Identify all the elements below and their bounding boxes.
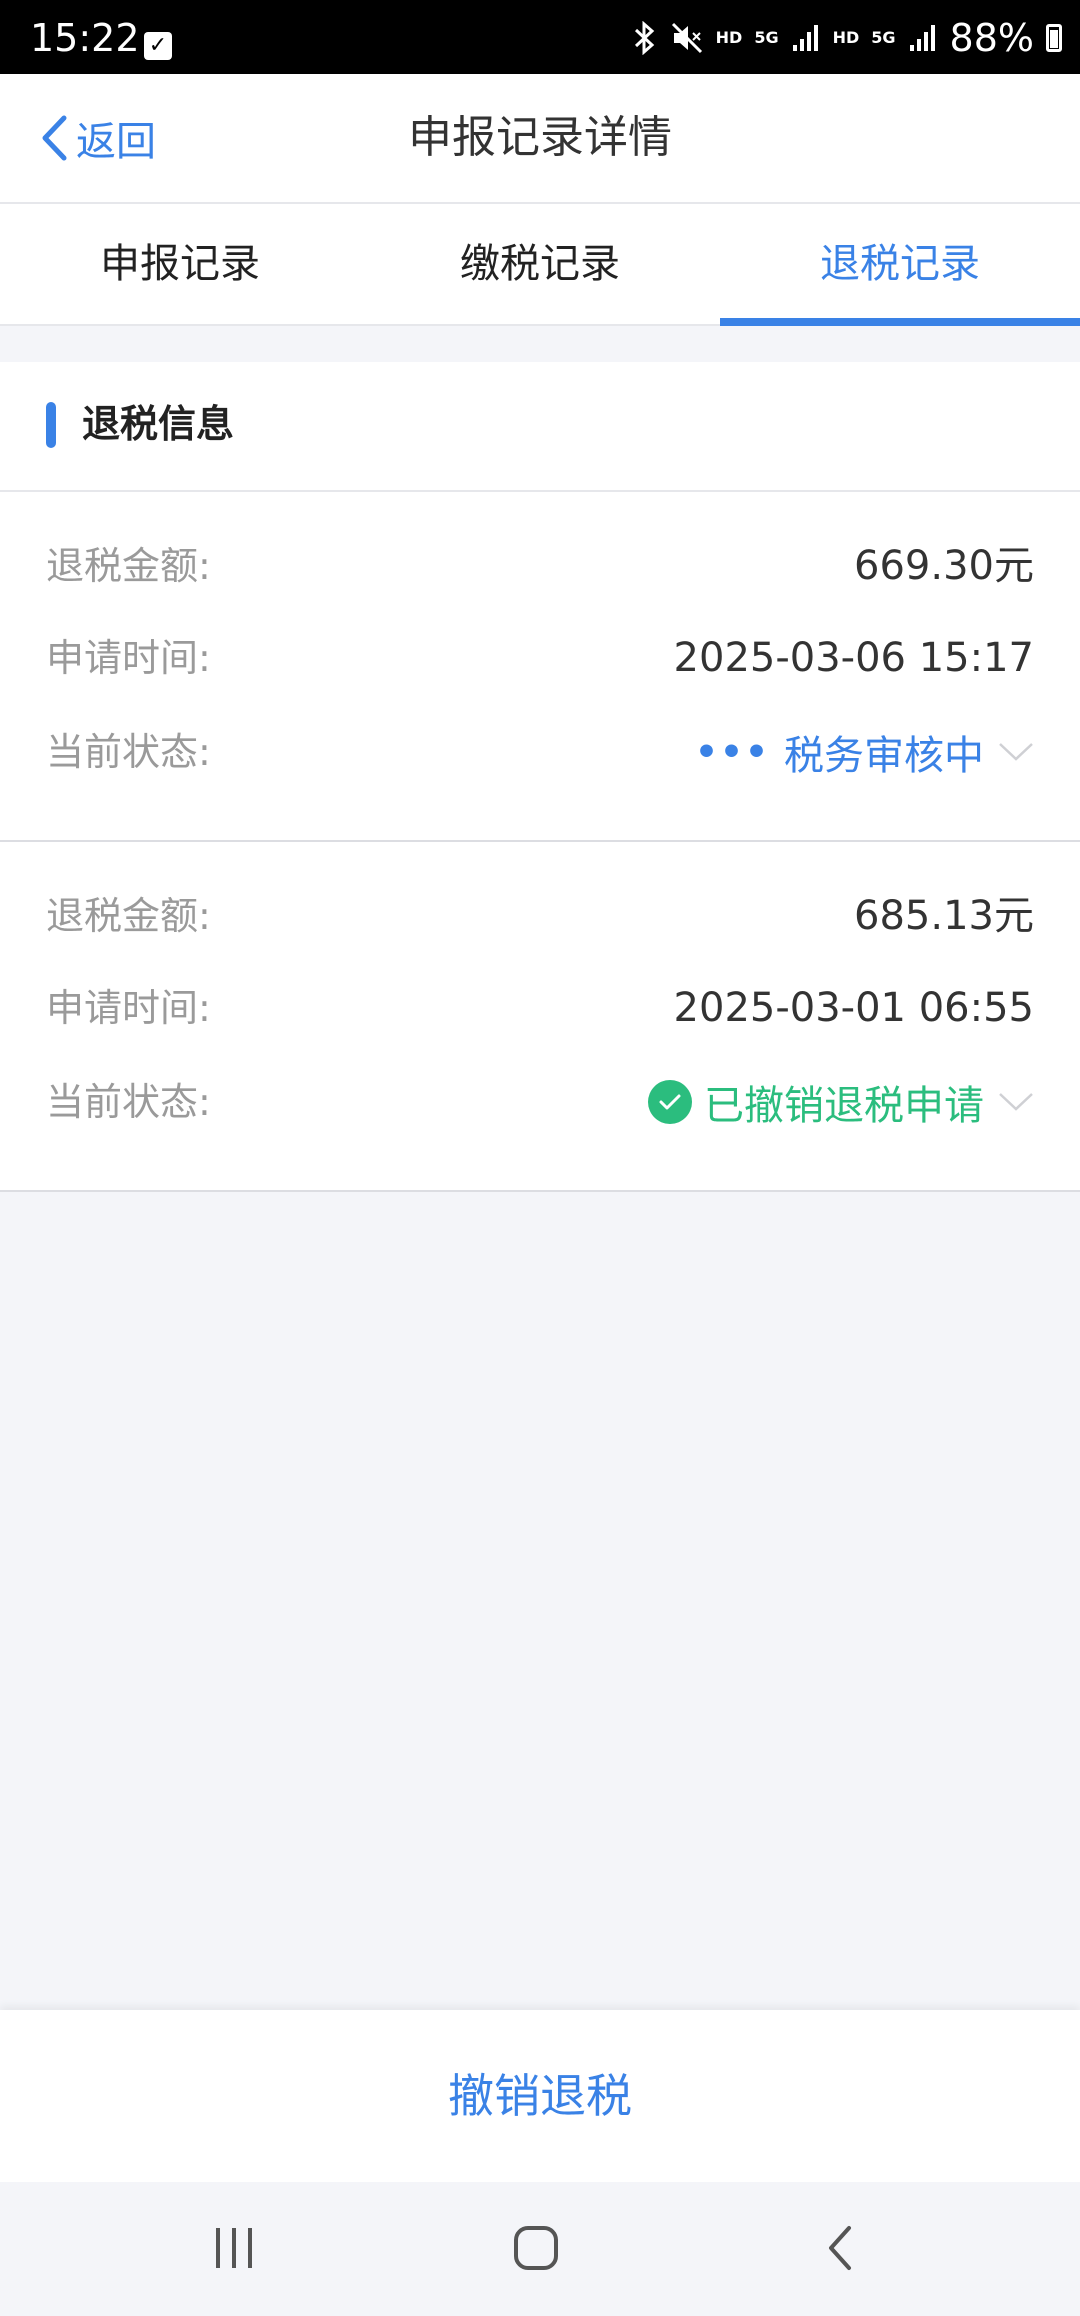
chevron-down-icon: [998, 1091, 1034, 1113]
system-nav-bar: [0, 2182, 1080, 2316]
amount-value: 669.30元: [854, 543, 1034, 589]
bluetooth-icon: [634, 21, 654, 55]
home-button[interactable]: [496, 2218, 576, 2278]
battery-icon: [1046, 24, 1062, 52]
network-5g-label: 5G: [754, 28, 779, 47]
status-bar: 15:22 ✓ HD 5G HD 5G 88%: [0, 0, 1080, 74]
mute-icon: [671, 22, 702, 54]
signal-icon: [792, 25, 818, 51]
tab-refund-records[interactable]: 退税记录: [720, 204, 1080, 326]
amount-label: 退税金额:: [46, 894, 211, 938]
refund-record: 退税金额: 685.13元 申请时间: 2025-03-01 06:55 当前状…: [0, 842, 1080, 1192]
amount-value: 685.13元: [854, 893, 1034, 939]
recent-apps-icon: [216, 2228, 252, 2268]
check-box-icon: ✓: [144, 32, 172, 60]
amount-row: 退税金额: 685.13元: [46, 888, 1034, 944]
dots-icon: •••: [694, 731, 770, 773]
home-icon: [514, 2226, 558, 2270]
time-row: 申请时间: 2025-03-01 06:55: [46, 980, 1034, 1036]
back-arrow-icon: [829, 2226, 851, 2270]
status-label: 当前状态:: [46, 730, 211, 774]
status-icons: HD 5G HD 5G 88%: [632, 14, 1062, 62]
check-circle-icon: [648, 1080, 692, 1124]
time-value: 2025-03-01 06:55: [673, 985, 1034, 1031]
status-value: 税务审核中: [784, 733, 984, 779]
section-header: 退税信息: [0, 362, 1080, 492]
status-row: 当前状态: 已撤销退税申请: [46, 1074, 1034, 1130]
signal-icon-2: [909, 25, 935, 51]
network-hd-label-2: HD: [832, 28, 860, 47]
network-5g-label-2: 5G: [871, 28, 896, 47]
status-value: 已撤销退税申请: [704, 1083, 984, 1129]
amount-row: 退税金额: 669.30元: [46, 538, 1034, 594]
tab-bar: 申报记录 缴税记录 退税记录: [0, 204, 1080, 326]
status-label: 当前状态:: [46, 1080, 211, 1124]
tab-declaration-records[interactable]: 申报记录: [0, 204, 360, 324]
network-hd-label: HD: [715, 28, 743, 47]
status-row: 当前状态: ••• 税务审核中: [46, 724, 1034, 780]
chevron-down-icon: [998, 741, 1034, 763]
cancel-refund-button[interactable]: 撤销退税: [0, 2010, 1080, 2182]
amount-label: 退税金额:: [46, 544, 211, 588]
time-label: 申请时间:: [46, 986, 211, 1030]
page-title: 申报记录详情: [408, 112, 672, 163]
section-accent-bar: [46, 402, 56, 448]
recent-apps-button[interactable]: [194, 2218, 274, 2278]
status-dropdown[interactable]: 已撤销退税申请: [648, 1074, 1034, 1130]
time-row: 申请时间: 2025-03-06 15:17: [46, 630, 1034, 686]
app-header: 返回 申报记录详情: [0, 74, 1080, 204]
status-dropdown[interactable]: ••• 税务审核中: [695, 724, 1034, 780]
status-time: 15:22: [30, 16, 140, 60]
bottom-action-bar: 撤销退税: [0, 2010, 1080, 2182]
time-value: 2025-03-06 15:17: [673, 635, 1034, 681]
tab-payment-records[interactable]: 缴税记录: [360, 204, 720, 324]
system-back-button[interactable]: [800, 2218, 880, 2278]
section-title: 退税信息: [82, 402, 235, 446]
time-label: 申请时间:: [46, 636, 211, 680]
battery-percent: 88%: [949, 16, 1034, 60]
refund-record: 退税金额: 669.30元 申请时间: 2025-03-06 15:17 当前状…: [0, 492, 1080, 842]
